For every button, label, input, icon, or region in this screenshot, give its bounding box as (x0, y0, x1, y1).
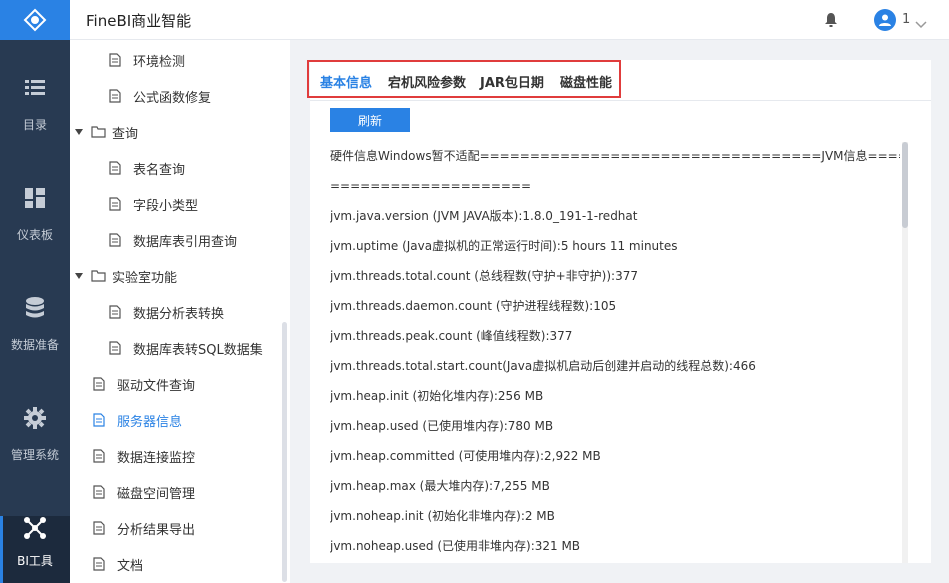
server-info-panel: 基本信息 宕机风险参数 JAR包日期 磁盘性能 刷新 硬件信息Windows暂不… (307, 60, 931, 566)
file-icon (91, 520, 107, 536)
tree-item-field-subtype[interactable]: 字段小类型 (70, 186, 280, 222)
tree-sidebar: 环境检测 公式函数修复 查询 表名查询 字段小类型 数据库表引用查询 实验室功能… (70, 40, 290, 583)
tree-item-table-name-query[interactable]: 表名查询 (70, 150, 280, 186)
tree-item-label: 查询 (112, 126, 139, 142)
info-line: jvm.noheap.init (初始化非堆内存):2 MB (330, 509, 555, 523)
tab-crash-risk[interactable]: 宕机风险参数 (388, 72, 466, 91)
tree-item-analysis-convert[interactable]: 数据分析表转换 (70, 294, 280, 330)
tree-item-label: 分析结果导出 (117, 522, 196, 538)
rail-item-data-prep[interactable]: 数据准备 (0, 296, 70, 406)
info-line: 硬件信息Windows暂不适配=========================… (330, 149, 900, 163)
file-icon (107, 340, 123, 356)
file-icon (91, 484, 107, 500)
folder-icon (90, 268, 106, 284)
info-line: jvm.heap.used (已使用堆内存):780 MB (330, 419, 554, 433)
tree-item-label: 文档 (117, 558, 144, 574)
tree-item-label: 磁盘空间管理 (117, 486, 196, 502)
file-icon (107, 160, 123, 176)
file-icon (107, 52, 123, 68)
tree-item-label: 表名查询 (133, 162, 186, 178)
info-line: jvm.uptime (Java虚拟机的正常运行时间):5 hours 11 m… (330, 239, 678, 253)
info-line: jvm.noheap.used (已使用非堆内存):321 MB (330, 539, 581, 553)
info-line: jvm.heap.max (最大堆内存):7,255 MB (330, 479, 550, 493)
info-line: jvm.threads.total.count (总线程数(守护+非守护)):3… (330, 269, 638, 283)
tree-item-label: 实验室功能 (112, 270, 178, 286)
tree-item-formula-fix[interactable]: 公式函数修复 (70, 78, 280, 114)
tree-item-label: 字段小类型 (133, 198, 199, 214)
tree-item-server-info[interactable]: 服务器信息 (70, 402, 280, 438)
rail-item-admin[interactable]: 管理系统 (0, 406, 70, 516)
rail-item-catalog[interactable]: 目录 (0, 76, 70, 186)
file-icon (91, 376, 107, 392)
top-header: FineBI商业智能 1 (70, 0, 949, 40)
tree-item-conn-monitor[interactable]: 数据连接监控 (70, 438, 280, 474)
app-title: FineBI商业智能 (86, 12, 192, 30)
info-line: jvm.java.version (JVM JAVA版本):1.8.0_191-… (330, 209, 638, 223)
chevron-down-icon[interactable] (915, 14, 927, 33)
caret-down-icon[interactable] (74, 273, 84, 279)
tree-item-label: 数据连接监控 (117, 450, 196, 466)
tree-item-driver-query[interactable]: 驱动文件查询 (70, 366, 280, 402)
tab-basic-info[interactable]: 基本信息 (320, 72, 372, 91)
file-icon (107, 88, 123, 104)
dashboard-icon (25, 186, 45, 210)
list-icon (25, 76, 45, 100)
tree-item-db-table-ref[interactable]: 数据库表引用查询 (70, 222, 280, 258)
file-icon (107, 304, 123, 320)
tree-item-label: 环境检测 (133, 54, 186, 70)
active-indicator (0, 516, 3, 583)
folder-icon (90, 124, 106, 140)
rail-item-label: 仪表板 (16, 228, 53, 242)
tree-scrollbar[interactable] (282, 322, 287, 582)
tree-item-table-to-sql[interactable]: 数据库表转SQL数据集 (70, 330, 280, 366)
tree-item-label: 驱动文件查询 (117, 378, 196, 394)
network-icon (23, 516, 47, 540)
tree-item-disk-space[interactable]: 磁盘空间管理 (70, 474, 280, 510)
rail-item-label: 目录 (22, 118, 47, 132)
tree-item-label: 数据库表转SQL数据集 (133, 342, 263, 358)
tab-disk-perf[interactable]: 磁盘性能 (560, 72, 612, 91)
rail-item-bi-tools[interactable]: BI工具 (0, 516, 70, 583)
database-icon (25, 296, 45, 320)
scrollbar-thumb[interactable] (902, 142, 908, 228)
info-line: jvm.heap.init (初始化堆内存):256 MB (330, 389, 544, 403)
rail-item-label: BI工具 (17, 554, 53, 568)
caret-down-icon[interactable] (74, 129, 84, 135)
user-name[interactable]: 1 (902, 12, 910, 27)
file-icon (107, 232, 123, 248)
info-line: ==================== (330, 179, 532, 193)
tree-folder-lab[interactable]: 实验室功能 (70, 258, 280, 294)
content-scrollbar[interactable] (902, 142, 908, 563)
user-icon (879, 14, 891, 26)
file-icon (91, 556, 107, 572)
gear-icon (24, 406, 46, 430)
tree-item-result-export[interactable]: 分析结果导出 (70, 510, 280, 546)
tree-item-label: 数据库表引用查询 (133, 234, 238, 250)
tree-folder-query[interactable]: 查询 (70, 114, 280, 150)
info-line: jvm.threads.peak.count (峰值线程数):377 (330, 329, 573, 343)
tree-item-env-check[interactable]: 环境检测 (70, 42, 280, 78)
info-line: jvm.threads.total.start.count(Java虚拟机启动后… (330, 359, 756, 373)
avatar[interactable] (874, 9, 896, 31)
tree-item-docs[interactable]: 文档 (70, 546, 280, 582)
file-icon (91, 448, 107, 464)
left-rail: 目录 仪表板 数据准备 管理系统 BI工具 (0, 0, 70, 583)
tab-bar: 基本信息 宕机风险参数 JAR包日期 磁盘性能 (307, 60, 931, 101)
bell-icon[interactable] (825, 12, 837, 31)
tree-item-label: 数据分析表转换 (133, 306, 225, 322)
refresh-button[interactable]: 刷新 (330, 108, 410, 132)
rail-item-label: 管理系统 (10, 448, 59, 462)
info-line: jvm.threads.daemon.count (守护进程线程数):105 (330, 299, 617, 313)
tab-jar-date[interactable]: JAR包日期 (480, 72, 544, 91)
info-line: jvm.heap.committed (可使用堆内存):2,922 MB (330, 449, 601, 463)
app-logo[interactable] (0, 0, 70, 40)
file-icon (107, 196, 123, 212)
tree-item-label: 公式函数修复 (133, 90, 212, 106)
tree-item-label: 服务器信息 (117, 414, 183, 430)
rail-item-label: 数据准备 (10, 338, 59, 352)
logo-icon (23, 8, 47, 32)
server-info-text: 硬件信息Windows暂不适配=========================… (330, 146, 900, 566)
file-icon (91, 412, 107, 428)
rail-item-dashboard[interactable]: 仪表板 (0, 186, 70, 296)
